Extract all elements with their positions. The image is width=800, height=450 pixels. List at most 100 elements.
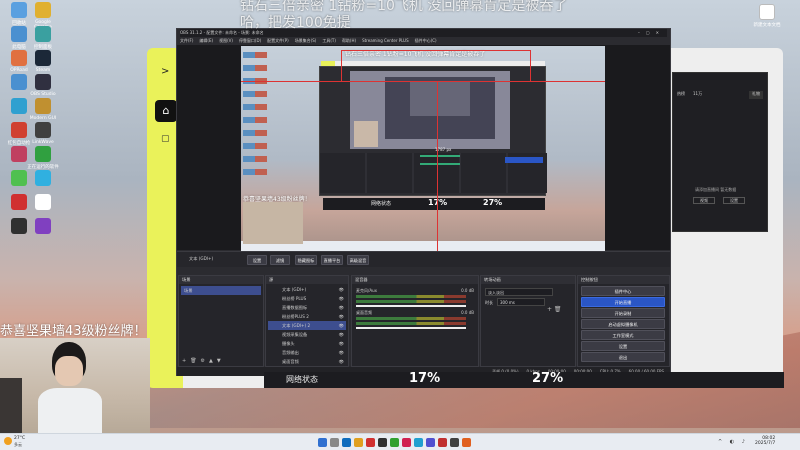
- taskbar-app-icon[interactable]: [414, 438, 423, 447]
- eye-icon[interactable]: 👁: [339, 348, 344, 357]
- desktop-icon[interactable]: Modern GUI: [26, 98, 60, 121]
- mixer-track-1-fader[interactable]: [356, 305, 466, 307]
- control-button[interactable]: 设置: [581, 341, 665, 351]
- mixer-track-2-meter-2: [356, 322, 466, 325]
- transition-type-select[interactable]: 淡入淡出: [485, 288, 553, 296]
- control-button[interactable]: 退出: [581, 352, 665, 362]
- menu-item[interactable]: 场景集合(S): [295, 37, 317, 45]
- transition-add-icon[interactable]: + 🗑: [547, 306, 562, 313]
- source-item[interactable]: 粉丝榜PLUS 2 👁: [268, 312, 346, 321]
- selection-box[interactable]: [341, 50, 531, 82]
- chevron-right-icon[interactable]: >: [161, 66, 169, 77]
- chair: [0, 378, 22, 433]
- desktop-icon[interactable]: 正在运行的软件: [26, 146, 60, 170]
- right-tab-2[interactable]: 11万: [693, 91, 702, 99]
- menu-item[interactable]: 帮助(H): [342, 37, 356, 45]
- right-tab-1[interactable]: 热榜: [677, 91, 685, 99]
- clock-date: 2025/7/7: [755, 441, 776, 446]
- menu-item[interactable]: 视图(V): [219, 37, 233, 45]
- eye-icon[interactable]: 👁: [339, 303, 344, 312]
- source-item[interactable]: 桌面音频 👁: [268, 357, 346, 366]
- source-item[interactable]: 文本 (GDI+) 👁: [268, 285, 346, 294]
- taskbar-app-icon[interactable]: [390, 438, 399, 447]
- desktop-icon[interactable]: OBS Studio: [26, 74, 60, 97]
- menu-item[interactable]: 配置文件(P): [267, 37, 289, 45]
- duration-input[interactable]: 300 ms: [497, 298, 545, 306]
- app-icon: [35, 122, 51, 138]
- advanced-mixer-button[interactable]: 高级混音: [347, 255, 369, 265]
- hide-icons-button[interactable]: 隐藏图标: [295, 255, 317, 265]
- desktop-icon[interactable]: [26, 170, 60, 188]
- menu-item[interactable]: Streaming Center PLUS: [362, 37, 409, 45]
- source-item[interactable]: 直播数据图标 👁: [268, 303, 346, 312]
- taskbar-app-icon[interactable]: [378, 438, 387, 447]
- scene-item[interactable]: 场景: [181, 286, 261, 295]
- right-tab-3[interactable]: 礼物: [749, 91, 763, 99]
- taskbar-app-icon[interactable]: [462, 438, 471, 447]
- source-item[interactable]: 视频采集设备 👁: [268, 330, 346, 339]
- net-status-label: 网络状态: [286, 375, 318, 384]
- menu-item[interactable]: 停靠窗口(D): [239, 37, 261, 45]
- preview-canvas[interactable]: 1787 px 网络状态 17% 27% 钻石三倍亲密 1钻粉=10飞机 没回弹…: [241, 46, 605, 252]
- source-properties-button[interactable]: 设置: [247, 255, 267, 265]
- desktop-icon[interactable]: Steam: [26, 50, 60, 73]
- control-button[interactable]: 开始直播: [581, 297, 665, 307]
- right-panel-settings-button[interactable]: 设置: [723, 197, 745, 204]
- inner-start-button: [505, 157, 543, 163]
- source-filters-button[interactable]: 滤镜: [270, 255, 290, 265]
- right-chat-panel: 热榜 11万 礼物 请添加直播间 暂无数据 视频 设置: [672, 72, 768, 232]
- sources-dock: 源 文本 (GDI+) 👁 粉丝榜 PLUS 👁 直播数据图标 👁 粉丝榜PLUS 2 👁 文本…: [265, 275, 349, 367]
- desktop-icon[interactable]: LinkWave: [26, 122, 60, 145]
- app-icon: [11, 74, 27, 90]
- desktop-icon[interactable]: [26, 218, 60, 236]
- scene-add-remove-icons[interactable]: +🗑⚙▲▼: [182, 358, 225, 364]
- mixer-track-2-fader[interactable]: [356, 327, 466, 329]
- duration-label: 时长: [485, 300, 493, 305]
- control-button[interactable]: 插件中心: [581, 286, 665, 296]
- taskbar-app-icon[interactable]: [402, 438, 411, 447]
- control-button[interactable]: 启动虚拟摄像机: [581, 319, 665, 329]
- menu-item[interactable]: 文件(F): [180, 37, 193, 45]
- obs-window: OBS 31.1.2 - 配置文件: 未命名 - 场景: 未命名 –▢✕ 文件(…: [176, 28, 671, 376]
- cube-icon[interactable]: ▢: [161, 134, 170, 144]
- eye-icon[interactable]: 👁: [339, 321, 344, 330]
- source-item[interactable]: 文本 (GDI+) 2 👁: [268, 321, 346, 330]
- eye-icon[interactable]: 👁: [339, 330, 344, 339]
- right-panel-empty-text: 请添加直播间 暂无数据: [695, 187, 737, 192]
- control-button[interactable]: 开始录制: [581, 308, 665, 318]
- tray-icons[interactable]: ^ ◐ ♪: [718, 439, 748, 445]
- weather-desc: 多云: [14, 442, 22, 447]
- taskbar-app-icon[interactable]: [318, 438, 327, 447]
- right-panel-video-button[interactable]: 视频: [693, 197, 715, 204]
- menu-item[interactable]: 插件中心(C): [415, 37, 437, 45]
- weather-icon[interactable]: [4, 437, 12, 445]
- taskbar-app-icon[interactable]: [450, 438, 459, 447]
- menu-item[interactable]: 编辑(E): [199, 37, 213, 45]
- source-item[interactable]: 粉丝榜 PLUS 👁: [268, 294, 346, 303]
- desktop-icon[interactable]: [26, 194, 60, 212]
- menu-item[interactable]: 工具(T): [322, 37, 336, 45]
- taskbar-app-icon[interactable]: [438, 438, 447, 447]
- desktop-icon[interactable]: 控制面板: [26, 26, 60, 50]
- control-button[interactable]: 工作室模式: [581, 330, 665, 340]
- taskbar-app-icon[interactable]: [342, 438, 351, 447]
- taskbar: 27°C 多云 08:02 2025/7/7 ^ ◐ ♪: [0, 433, 800, 450]
- eye-icon[interactable]: 👁: [339, 339, 344, 348]
- eye-icon[interactable]: 👁: [339, 285, 344, 294]
- clock[interactable]: 08:02 2025/7/7: [755, 436, 775, 446]
- taskbar-app-icon[interactable]: [330, 438, 339, 447]
- source-item[interactable]: 音频输出 👁: [268, 348, 346, 357]
- eye-icon[interactable]: 👁: [339, 294, 344, 303]
- top-banner: 钻石三倍亲密 1钻粉=10飞机 没回弹幕肯定是被吞了 哈，把发100免提: [240, 0, 660, 32]
- desktop-icon-text-doc[interactable]: 新建文本文档: [750, 4, 784, 28]
- eye-icon[interactable]: 👁: [339, 357, 344, 366]
- taskbar-app-icon[interactable]: [366, 438, 375, 447]
- source-item[interactable]: 摄像头 👁: [268, 339, 346, 348]
- sources-dock-title: 源: [266, 276, 348, 284]
- taskbar-app-icon[interactable]: [426, 438, 435, 447]
- home-icon[interactable]: ⌂: [155, 100, 177, 122]
- inner-obs-window: 1787 px: [319, 66, 547, 196]
- stream-platform-button[interactable]: 直播平台: [321, 255, 343, 265]
- taskbar-app-icon[interactable]: [354, 438, 363, 447]
- eye-icon[interactable]: 👁: [339, 312, 344, 321]
